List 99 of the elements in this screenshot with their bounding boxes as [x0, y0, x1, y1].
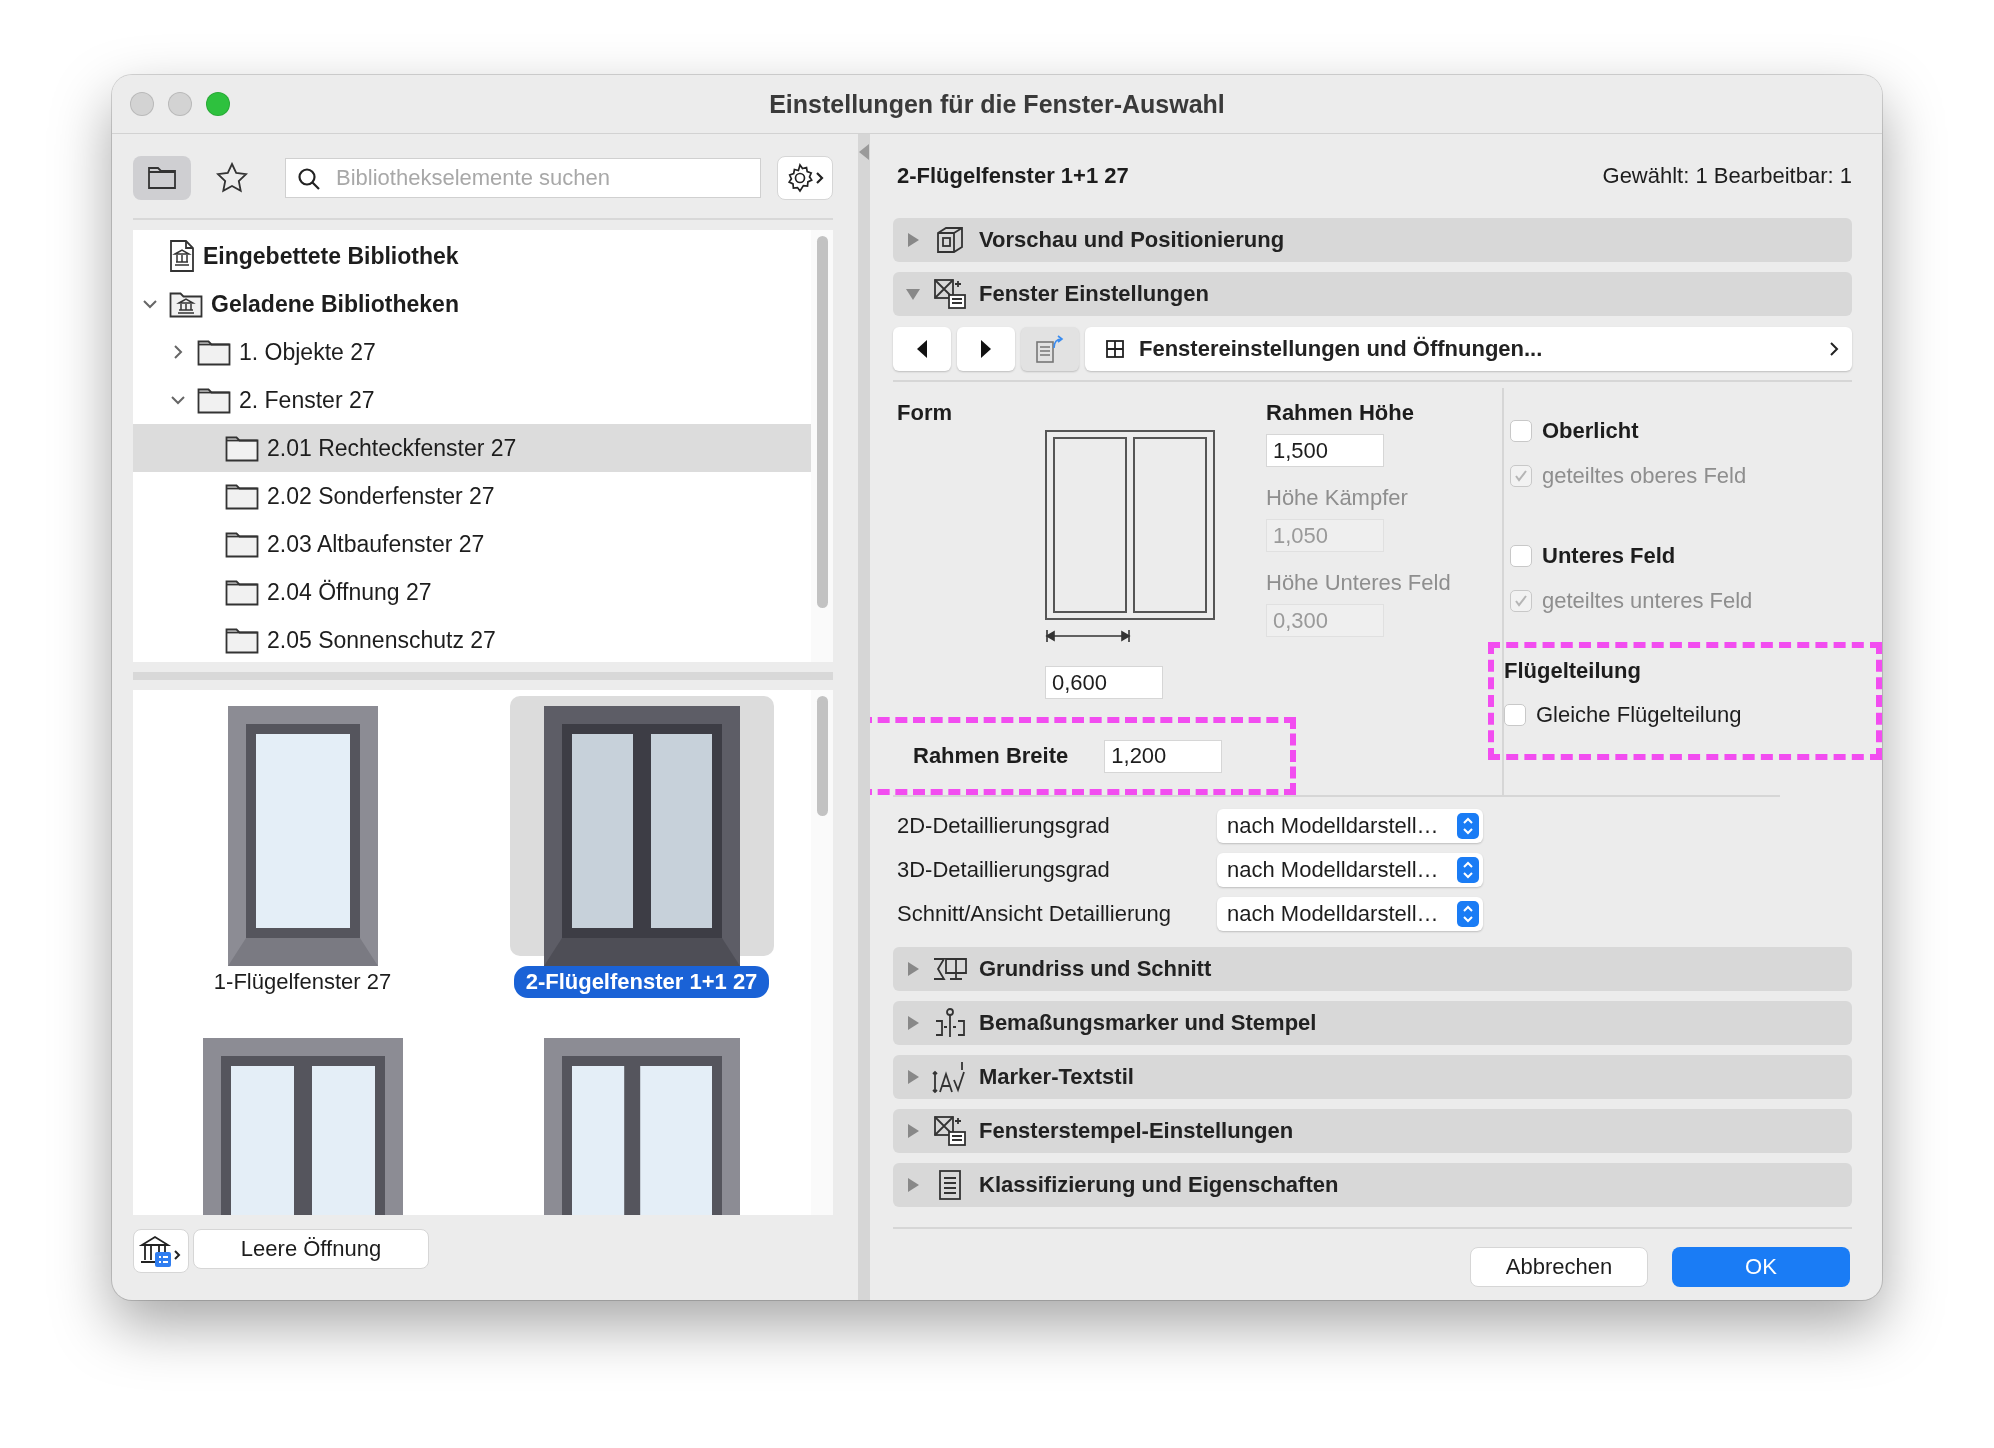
cancel-button[interactable]: Abbrechen [1470, 1247, 1648, 1287]
triangle-right-icon[interactable] [905, 1177, 921, 1193]
tree-item[interactable]: 2. Fenster 27 [133, 376, 811, 424]
checkmark-icon [1513, 593, 1529, 609]
tree-item[interactable]: 2.03 Altbaufenster 27 [133, 520, 811, 568]
folder-icon [197, 338, 231, 366]
settings-button[interactable] [777, 156, 833, 200]
gear-icon [785, 163, 825, 193]
section-header[interactable]: Grundriss und Schnitt [893, 947, 1852, 991]
field-label: Rahmen Breite [913, 743, 1069, 769]
document-list-icon [937, 1169, 963, 1201]
item-label: 2-Flügelfenster 1+1 27 [513, 966, 770, 998]
tree-item[interactable]: 2.02 Sonderfenster 27 [133, 472, 811, 520]
page-selector[interactable]: Fenstereinstellungen und Öffnungen... [1085, 327, 1852, 371]
field-label: 2D-Detaillierungsgrad [897, 813, 1111, 839]
window-settings-icon [933, 278, 967, 310]
section-header[interactable]: Fensterstempel-Einstellungen [893, 1109, 1852, 1153]
checkbox[interactable] [1504, 704, 1526, 726]
triangle-left-icon [915, 339, 929, 359]
dropdown[interactable]: nach Modelldarstell… [1217, 853, 1483, 887]
option-label: geteiltes oberes Feld [1542, 463, 1747, 489]
tree-item[interactable]: Geladene Bibliotheken [133, 280, 811, 328]
option-label: geteiltes unteres Feld [1542, 588, 1753, 614]
stepper-arrows-icon [1457, 901, 1479, 927]
folder-icon [147, 166, 177, 190]
search-field[interactable]: Bibliothekselemente suchen [285, 158, 761, 198]
folder-tab[interactable] [133, 156, 191, 200]
document-arrow-icon [1034, 334, 1066, 364]
dropdown[interactable]: nach Modelldarstell… [1217, 897, 1483, 931]
chevron-right-icon [1828, 341, 1840, 357]
library-document-icon [169, 240, 195, 272]
library-folder-icon [169, 290, 203, 318]
selection-status: Gewählt: 1 Bearbeitbar: 1 [1602, 163, 1852, 189]
window-title: Einstellungen für die Fenster-Auswahl [769, 89, 1225, 119]
window-grid-icon [1105, 339, 1125, 359]
field-label: Höhe Kämpfer [1266, 485, 1409, 511]
option-label: Unteres Feld [1542, 543, 1676, 569]
close-button[interactable] [130, 92, 154, 116]
minimize-button[interactable] [168, 92, 192, 116]
checkmark-icon [1513, 468, 1529, 484]
section-header[interactable]: Marker-Textstil [893, 1055, 1852, 1099]
folder-icon [225, 530, 259, 558]
stepper-arrows-icon [1457, 857, 1479, 883]
option-label: Gleiche Flügelteilung [1536, 702, 1742, 728]
field-label: Schnitt/Ansicht Detaillierung [897, 901, 1172, 927]
triangle-right-icon[interactable] [905, 1123, 921, 1139]
zoom-button[interactable] [206, 92, 230, 116]
tree-item[interactable]: 2.04 Öffnung 27 [133, 568, 811, 616]
folder-icon [225, 626, 259, 654]
option-label: Oberlicht [1542, 418, 1639, 444]
tree-item[interactable]: 2.05 Sonnenschutz 27 [133, 616, 811, 664]
tree-item[interactable]: Eingebettete Bibliothek [133, 232, 811, 280]
folder-icon [197, 386, 231, 414]
cube-icon [935, 225, 965, 255]
checkbox[interactable] [1510, 545, 1532, 567]
checkbox[interactable] [1510, 420, 1532, 442]
section-header[interactable]: Bemaßungsmarker und Stempel [893, 1001, 1852, 1045]
triangle-right-icon[interactable] [905, 232, 921, 248]
floor-plan-icon [932, 955, 968, 983]
export-button[interactable] [1021, 327, 1079, 371]
folder-icon [225, 578, 259, 606]
stepper-arrows-icon [1457, 813, 1479, 839]
collapse-arrow-icon[interactable] [859, 144, 869, 160]
width-field[interactable]: 0,600 [1045, 666, 1163, 699]
section-header[interactable]: Vorschau und Positionierung [893, 218, 1852, 262]
selection-name: 2-Flügelfenster 1+1 27 [897, 163, 1129, 189]
form-label: Form [897, 400, 953, 426]
section-header[interactable]: Klassifizierung und Eigenschaften [893, 1163, 1852, 1207]
group-title: Flügelteilung [1504, 658, 1642, 684]
library-list-icon [139, 1233, 183, 1269]
triangle-down-icon[interactable] [905, 286, 921, 302]
item-label: 1-Flügelfenster 27 [212, 968, 393, 996]
folder-icon [225, 434, 259, 462]
dropdown[interactable]: nach Modelldarstell… [1217, 809, 1483, 843]
empty-opening-button[interactable]: Leere Öffnung [193, 1229, 429, 1269]
window-settings-icon [933, 1115, 967, 1147]
triangle-right-icon[interactable] [905, 961, 921, 977]
next-button[interactable] [957, 327, 1015, 371]
text-style-icon [932, 1060, 968, 1094]
scrollbar[interactable] [816, 236, 828, 608]
frame-width-field[interactable]: 1,200 [1104, 739, 1223, 773]
search-icon [297, 167, 321, 191]
triangle-right-icon[interactable] [905, 1015, 921, 1031]
library-manager-button[interactable] [133, 1229, 189, 1273]
field-label: Höhe Unteres Feld [1266, 570, 1452, 596]
scrollbar[interactable] [816, 696, 828, 816]
height-field[interactable]: 1,500 [1266, 434, 1384, 467]
field-label: 3D-Detaillierungsgrad [897, 857, 1111, 883]
ok-button[interactable]: OK [1672, 1247, 1850, 1287]
width-dimension-icon [1045, 628, 1131, 644]
tree-item[interactable]: 2.01 Rechteckfenster 27 [133, 424, 811, 472]
triangle-right-icon[interactable] [905, 1069, 921, 1085]
triangle-right-icon [979, 339, 993, 359]
folder-icon [225, 482, 259, 510]
previous-button[interactable] [893, 327, 951, 371]
tree-item[interactable]: 1. Objekte 27 [133, 328, 811, 376]
star-icon [216, 162, 248, 194]
section-header[interactable]: Fenster Einstellungen [893, 272, 1852, 316]
field-label: Rahmen Höhe [1266, 400, 1415, 426]
